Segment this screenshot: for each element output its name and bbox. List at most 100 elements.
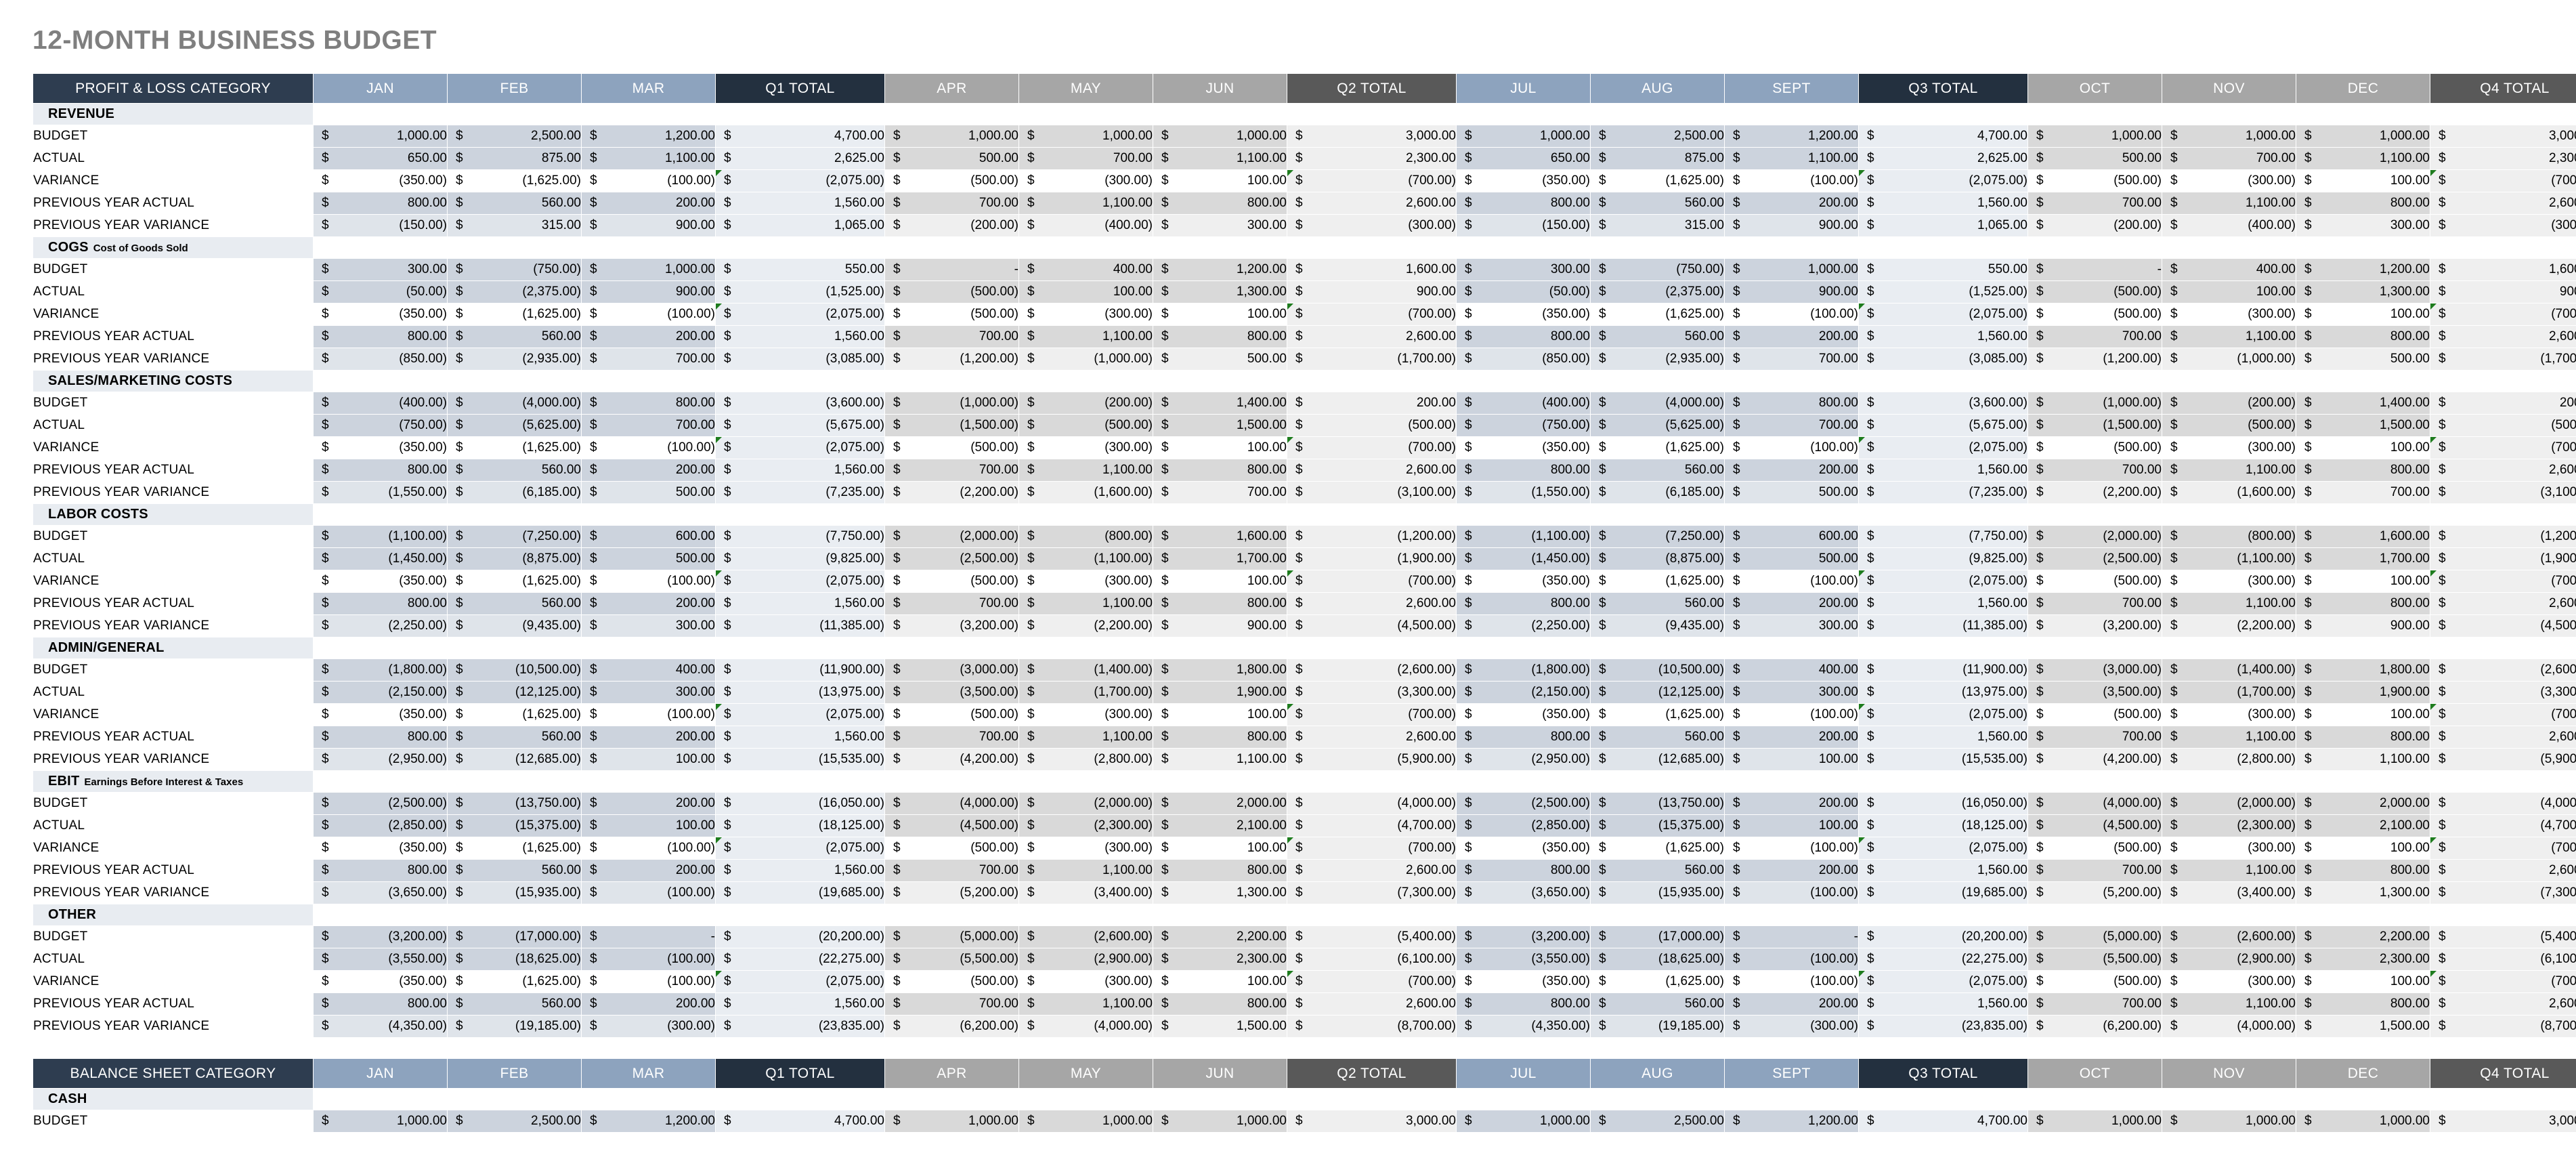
cell-q3[interactable]: $1,560.00 [1858, 325, 2028, 348]
cell-jan[interactable]: $ (150.00) [313, 214, 448, 237]
cell-sept[interactable]: $700.00 [1724, 348, 1859, 371]
cell-jul[interactable]: $300.00 [1456, 258, 1591, 281]
cell-sept[interactable]: $900.00 [1724, 214, 1859, 237]
cell-dec[interactable]: $100.00 [2296, 570, 2430, 593]
cell-apr[interactable]: $ (500.00) [884, 703, 1019, 726]
cell-q4[interactable]: $3,000.00 [2430, 1110, 2576, 1133]
cell-may[interactable]: $1,100.00 [1018, 859, 1153, 882]
cell-oct[interactable]: $ (4,000.00) [2027, 792, 2162, 815]
cell-dec[interactable]: $2,000.00 [2296, 792, 2430, 815]
cell-q2[interactable]: $ (4,000.00) [1287, 792, 1457, 815]
cell-mar[interactable]: $200.00 [581, 325, 716, 348]
cell-jul[interactable]: $ (2,150.00) [1456, 681, 1591, 704]
cell-apr[interactable]: $700.00 [884, 192, 1019, 215]
cell-jul[interactable]: $ (400.00) [1456, 392, 1591, 415]
cell-sept[interactable]: $200.00 [1724, 192, 1859, 215]
cell-oct[interactable]: $ (500.00) [2027, 436, 2162, 459]
cell-mar[interactable]: $500.00 [581, 481, 716, 504]
cell-dec[interactable]: $1,400.00 [2296, 392, 2430, 415]
cell-q2[interactable]: $2,600.00 [1287, 592, 1457, 615]
cell-q2[interactable]: $ (2,600.00) [1287, 658, 1457, 682]
cell-feb[interactable]: $ (1,625.00) [447, 303, 582, 326]
cell-feb[interactable]: $ (10,500.00) [447, 658, 582, 682]
cell-q1[interactable]: $ (13,975.00) [715, 681, 885, 704]
cell-q4[interactable]: $(700.00) [2430, 970, 2576, 993]
cell-oct[interactable]: $ (1,000.00) [2027, 392, 2162, 415]
cell-apr[interactable]: $ (500.00) [884, 280, 1019, 304]
cell-may[interactable]: $ (2,800.00) [1018, 748, 1153, 771]
cell-q3[interactable]: $ (18,125.00) [1858, 814, 2028, 837]
cell-may[interactable]: $ (400.00) [1018, 214, 1153, 237]
cell-oct[interactable]: $500.00 [2027, 147, 2162, 170]
cell-jun[interactable]: $800.00 [1153, 992, 1287, 1016]
cell-sept[interactable]: $ (100.00) [1724, 948, 1859, 971]
cell-oct[interactable]: $ (500.00) [2027, 570, 2162, 593]
cell-aug[interactable]: $560.00 [1590, 325, 1725, 348]
cell-may[interactable]: $ (2,000.00) [1018, 792, 1153, 815]
cell-feb[interactable]: $2,500.00 [447, 125, 582, 148]
cell-apr[interactable]: $ (1,000.00) [884, 392, 1019, 415]
cell-q3[interactable]: $ (13,975.00) [1858, 681, 2028, 704]
cell-feb[interactable]: $315.00 [447, 214, 582, 237]
cell-oct[interactable]: $700.00 [2027, 992, 2162, 1016]
cell-mar[interactable]: $300.00 [581, 681, 716, 704]
cell-q1[interactable]: $ (7,235.00) [715, 481, 885, 504]
cell-q2[interactable]: $2,600.00 [1287, 992, 1457, 1016]
cell-nov[interactable]: $1,000.00 [2162, 1110, 2296, 1133]
cell-jan[interactable]: $1,000.00 [313, 1110, 448, 1133]
cell-dec[interactable]: $1,000.00 [2296, 1110, 2430, 1133]
cell-q3[interactable]: $1,560.00 [1858, 459, 2028, 482]
cell-q4[interactable]: $2,600.00 [2430, 325, 2576, 348]
cell-feb[interactable]: $ (6,185.00) [447, 481, 582, 504]
cell-jun[interactable]: $1,100.00 [1153, 748, 1287, 771]
cell-q4[interactable]: $(3,100.00) [2430, 481, 2576, 504]
cell-dec[interactable]: $700.00 [2296, 481, 2430, 504]
cell-jul[interactable]: $ (850.00) [1456, 348, 1591, 371]
cell-jan[interactable]: $ (750.00) [313, 414, 448, 437]
cell-q3[interactable]: $ (11,900.00) [1858, 658, 2028, 682]
cell-nov[interactable]: $100.00 [2162, 280, 2296, 304]
cell-q2[interactable]: $ (5,900.00) [1287, 748, 1457, 771]
cell-q4[interactable]: $(7,300.00) [2430, 881, 2576, 904]
cell-nov[interactable]: $1,100.00 [2162, 859, 2296, 882]
cell-oct[interactable]: $ (3,000.00) [2027, 658, 2162, 682]
cell-nov[interactable]: $1,000.00 [2162, 125, 2296, 148]
cell-jan[interactable]: $ (2,500.00) [313, 792, 448, 815]
cell-mar[interactable]: $200.00 [581, 859, 716, 882]
cell-nov[interactable]: $ (1,600.00) [2162, 481, 2296, 504]
cell-may[interactable]: $400.00 [1018, 258, 1153, 281]
cell-feb[interactable]: $560.00 [447, 192, 582, 215]
cell-jan[interactable]: $ (350.00) [313, 436, 448, 459]
cell-nov[interactable]: $ (1,400.00) [2162, 658, 2296, 682]
cell-oct[interactable]: $ (2,500.00) [2027, 547, 2162, 570]
cell-jun[interactable]: $100.00 [1153, 837, 1287, 860]
cell-nov[interactable]: $ (2,000.00) [2162, 792, 2296, 815]
cell-apr[interactable]: $1,000.00 [884, 1110, 1019, 1133]
cell-aug[interactable]: $ (17,000.00) [1590, 925, 1725, 948]
cell-apr[interactable]: $ (1,500.00) [884, 414, 1019, 437]
cell-oct[interactable]: $ (2,000.00) [2027, 525, 2162, 548]
cell-aug[interactable]: $ (18,625.00) [1590, 948, 1725, 971]
cell-q4[interactable]: $(3,300.00) [2430, 681, 2576, 704]
cell-may[interactable]: $ (2,600.00) [1018, 925, 1153, 948]
cell-sept[interactable]: $1,100.00 [1724, 147, 1859, 170]
cell-mar[interactable]: $200.00 [581, 192, 716, 215]
cell-apr[interactable]: $700.00 [884, 459, 1019, 482]
cell-aug[interactable]: $ (12,125.00) [1590, 681, 1725, 704]
cell-apr[interactable]: $ (3,500.00) [884, 681, 1019, 704]
cell-apr[interactable]: $ (2,000.00) [884, 525, 1019, 548]
cell-jun[interactable]: $1,500.00 [1153, 1015, 1287, 1038]
cell-aug[interactable]: $2,500.00 [1590, 125, 1725, 148]
cell-sept[interactable]: $600.00 [1724, 525, 1859, 548]
cell-mar[interactable]: $ (100.00) [581, 948, 716, 971]
cell-q3[interactable]: $ (5,675.00) [1858, 414, 2028, 437]
cell-q3[interactable]: $ (19,685.00) [1858, 881, 2028, 904]
cell-q2[interactable]: $ (700.00) [1287, 970, 1457, 993]
cell-q3[interactable]: $ (3,085.00) [1858, 348, 2028, 371]
cell-nov[interactable]: $ (2,800.00) [2162, 748, 2296, 771]
column-header-q4[interactable]: Q4 TOTAL [2430, 1058, 2576, 1089]
column-header-q3[interactable]: Q3 TOTAL [1858, 1058, 2028, 1089]
cell-jun[interactable]: $1,100.00 [1153, 147, 1287, 170]
cell-aug[interactable]: $ (4,000.00) [1590, 392, 1725, 415]
cell-may[interactable]: $1,100.00 [1018, 992, 1153, 1016]
